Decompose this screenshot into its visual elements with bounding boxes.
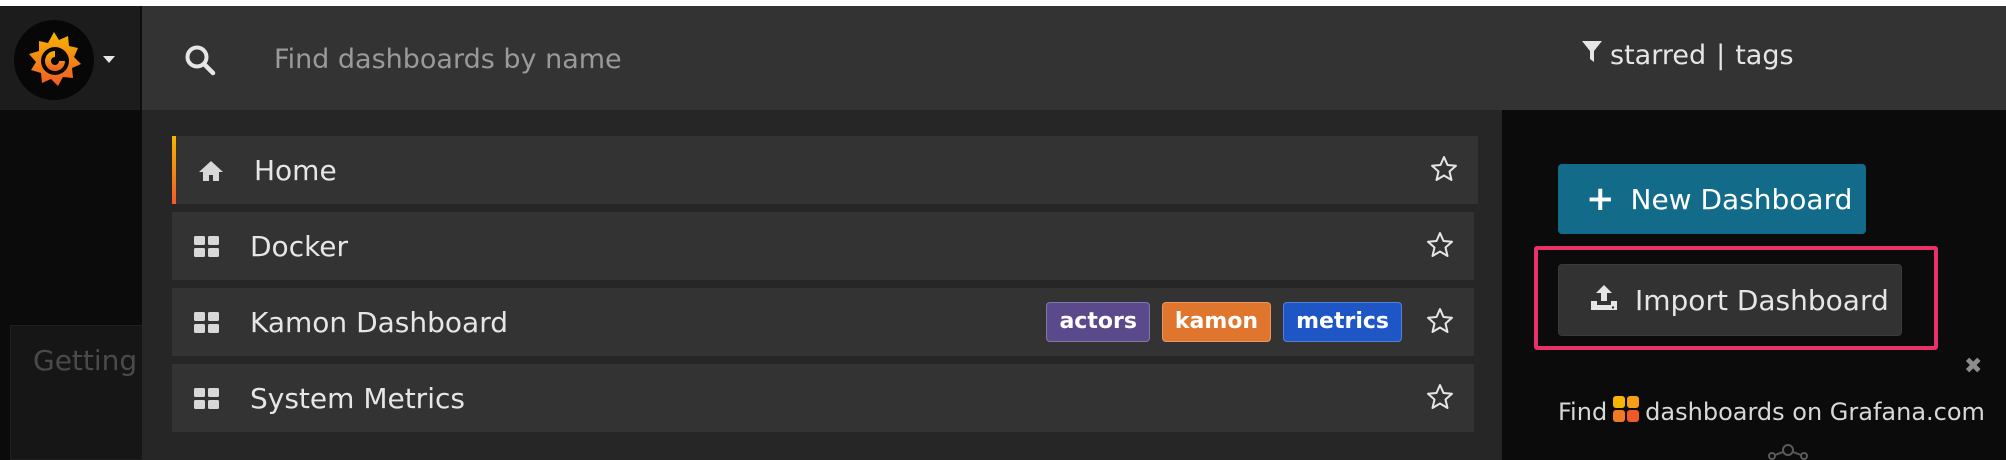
upload-icon [1589, 283, 1619, 318]
grafana-com-promo: Find dashboards on Grafana.com [1558, 396, 1985, 428]
search-result-home[interactable]: Home [172, 136, 1478, 204]
result-title: System Metrics [250, 382, 465, 415]
close-icon[interactable]: ✖ [1964, 354, 1982, 379]
search-actions-panel: + New Dashboard Import Dashboard ✖ Find … [1502, 110, 2006, 460]
grafana-logo-button[interactable] [14, 20, 94, 100]
new-dashboard-button[interactable]: + New Dashboard [1558, 164, 1866, 234]
starred-filter-link[interactable]: starred [1610, 40, 1706, 71]
dashboard-grid-icon [194, 236, 220, 262]
import-dashboard-button[interactable]: Import Dashboard [1558, 264, 1902, 336]
grafana-com-link[interactable]: dashboards on Grafana.com [1645, 398, 1985, 426]
grafana-logo-icon [29, 32, 81, 86]
star-icon[interactable] [1430, 155, 1458, 187]
tag-kamon[interactable]: kamon [1161, 302, 1272, 342]
dashboard-grid-icon [194, 312, 220, 338]
plus-icon: + [1586, 179, 1615, 219]
result-tags: actors kamon metrics [1046, 302, 1402, 342]
chevron-down-icon[interactable] [103, 56, 115, 63]
new-dashboard-label: New Dashboard [1630, 182, 1853, 216]
tag-actors[interactable]: actors [1046, 302, 1150, 342]
dashboard-grid-icon [194, 388, 220, 414]
star-icon[interactable] [1426, 231, 1454, 263]
dashboard-search-bar: starred | tags [142, 6, 2006, 110]
dashboard-search-input[interactable] [272, 34, 1276, 84]
result-title: Home [254, 154, 337, 187]
result-title: Docker [250, 230, 349, 263]
tags-filter-link[interactable]: tags [1735, 40, 1793, 71]
star-icon[interactable] [1426, 383, 1454, 415]
search-results: Home Docker Kamon Dashboard actors kamon… [142, 110, 1502, 460]
search-icon[interactable] [184, 44, 216, 80]
tag-metrics[interactable]: metrics [1283, 302, 1402, 342]
home-icon [198, 160, 224, 186]
result-title: Kamon Dashboard [250, 306, 508, 339]
side-menu-header [0, 6, 142, 110]
grafana-dashboards-icon [1613, 396, 1640, 428]
promo-prefix: Find [1558, 398, 1608, 426]
import-dashboard-label: Import Dashboard [1635, 283, 1889, 317]
filter-separator: | [1716, 40, 1726, 71]
decorative-graphic [1768, 444, 1808, 460]
star-icon[interactable] [1426, 307, 1454, 339]
search-filters: starred | tags [1582, 40, 1794, 71]
search-result-kamon-dashboard[interactable]: Kamon Dashboard actors kamon metrics [172, 288, 1474, 356]
search-result-docker[interactable]: Docker [172, 212, 1474, 280]
filter-icon [1582, 40, 1602, 71]
search-result-system-metrics[interactable]: System Metrics [172, 364, 1474, 432]
